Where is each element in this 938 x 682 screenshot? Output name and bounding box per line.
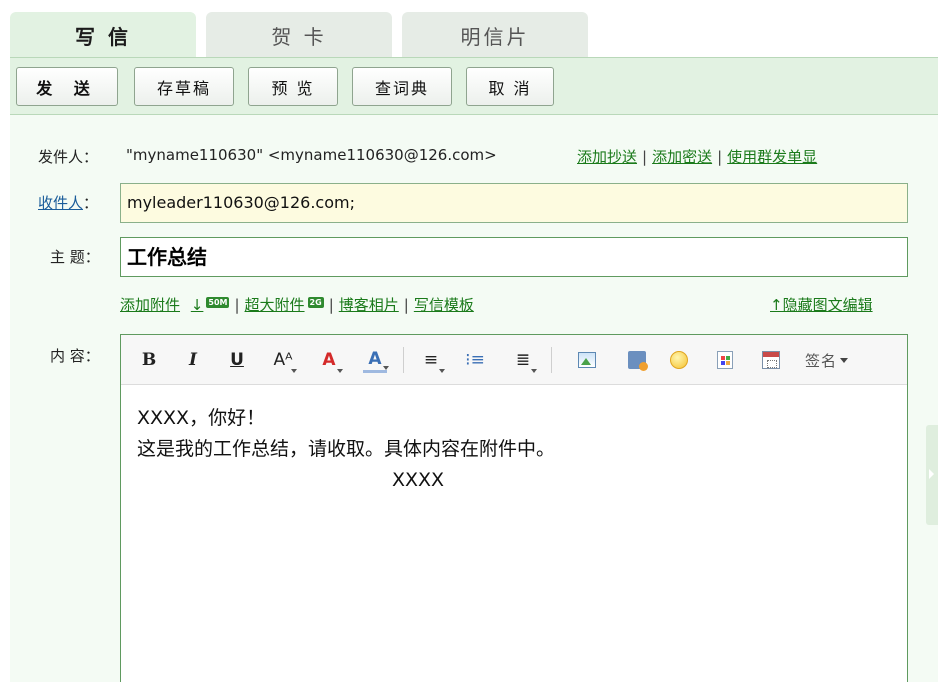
to-label-link[interactable]: 收件人 [38,194,83,212]
insert-emoticon-button[interactable] [667,347,691,373]
attachment-size-badge: 50M [206,297,230,308]
image-icon [578,352,596,368]
toolbar-divider [403,347,404,373]
underline-button[interactable]: U [225,347,249,373]
separator: | [403,296,409,314]
save-draft-button[interactable]: 存草稿 [134,67,234,106]
separator: | [642,148,648,166]
body-line-message: 这是我的工作总结，请收取。具体内容在附件中。 [137,438,556,460]
side-panel-toggle[interactable] [926,425,938,525]
add-attachment-link[interactable]: 添加附件 [120,296,180,314]
recipient-options: 添加抄送 | 添加密送 | 使用群发单显 [577,146,817,167]
signature-label: 签名 [805,351,838,370]
align-button[interactable]: ≡ [419,347,445,373]
subject-input[interactable]: 工作总结 [120,237,908,277]
body-line-signature: XXXX [392,469,445,491]
big-attachment-badge: 2G [307,297,324,308]
cancel-button[interactable]: 取 消 [466,67,554,106]
calendar-icon [762,351,780,369]
content-label: 内 容： [50,347,100,365]
body-line-greeting: XXXX，你好！ [137,407,266,429]
separator: | [234,296,240,314]
templates-link[interactable]: 写信模板 [414,296,474,314]
indent-button[interactable]: ≣ [511,347,537,373]
separator: | [717,148,723,166]
background-color-button[interactable]: A [363,347,389,373]
to-label-group: 收件人： [38,192,98,213]
compose-tabs: 写 信 贺 卡 明信片 [10,12,598,58]
attachment-dropdown-icon[interactable]: ↓ [191,296,204,314]
insert-image-button[interactable] [575,347,599,373]
to-input[interactable]: myleader110630@126.com; [120,183,908,223]
insert-calendar-button[interactable] [759,347,783,373]
tab-postcard[interactable]: 明信片 [402,12,588,58]
big-attachment-link[interactable]: 超大附件 [245,296,305,314]
bold-button[interactable]: B [137,347,161,373]
preview-button[interactable]: 预 览 [248,67,338,106]
chevron-down-icon [840,357,849,363]
attachment-icon [628,351,648,371]
signature-dropdown[interactable]: 签名 [805,347,849,373]
rich-text-editor: B I U Aᴬ A A ≡ ⁝≡ ≣ 签名 XXXX，你好！ 这是我的工作总结… [120,334,908,682]
add-bcc-link[interactable]: 添加密送 [652,148,712,166]
font-size-button[interactable]: Aᴬ [271,347,297,373]
blog-photos-link[interactable]: 博客相片 [339,296,399,314]
toolbar-divider [551,347,552,373]
insert-table-button[interactable] [713,347,737,373]
font-color-button[interactable]: A [317,347,343,373]
italic-button[interactable]: I [181,347,205,373]
list-button[interactable]: ⁝≡ [463,347,487,373]
send-button[interactable]: 发 送 [16,67,118,106]
to-label-colon: ： [83,194,99,212]
subject-label: 主 题： [50,248,100,266]
tab-greeting-card[interactable]: 贺 卡 [206,12,392,58]
from-label: 发件人： [38,148,99,166]
emoticon-icon [670,351,688,369]
editor-toolbar: B I U Aᴬ A A ≡ ⁝≡ ≣ 签名 [121,335,907,385]
compose-form: 发件人： "myname110630" <myname110630@126.co… [10,115,938,682]
attachment-row: 添加附件 ↓ 50M | 超大附件 2G | 博客相片 | 写信模板 [120,294,474,315]
tab-write-letter[interactable]: 写 信 [10,12,196,58]
editor-body[interactable]: XXXX，你好！ 这是我的工作总结，请收取。具体内容在附件中。 XXXX [137,403,555,496]
group-send-link[interactable]: 使用群发单显 [727,148,817,166]
separator: | [328,296,334,314]
from-value: "myname110630" <myname110630@126.com> [126,146,497,164]
compose-toolbar: 发 送 存草稿 预 览 查词典 取 消 [10,57,938,115]
table-icon [717,351,733,369]
hide-rich-editor-link[interactable]: ↑隐藏图文编辑 [770,294,873,315]
insert-attachment-button[interactable] [625,347,649,373]
add-cc-link[interactable]: 添加抄送 [577,148,637,166]
dictionary-button[interactable]: 查词典 [352,67,452,106]
